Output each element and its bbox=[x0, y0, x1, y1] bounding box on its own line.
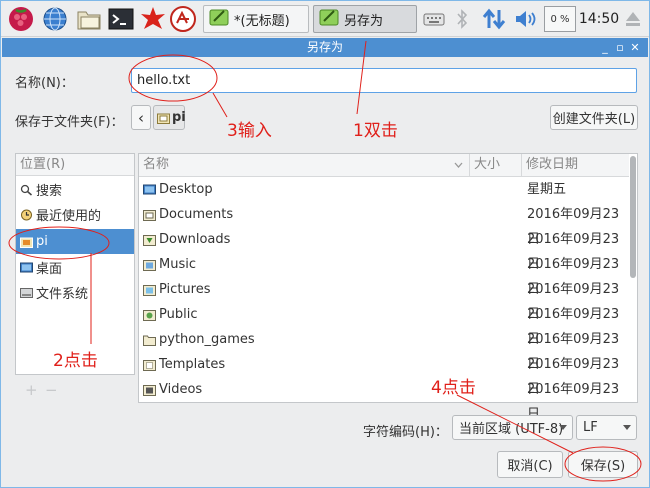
annotation-overlay bbox=[8, 40, 642, 482]
annotation-step1: 1双击 bbox=[353, 121, 398, 141]
annotation-step4: 4点击 bbox=[431, 378, 476, 398]
annotation-ellipse-pi bbox=[8, 226, 110, 260]
annotation-ellipse-input bbox=[128, 54, 218, 102]
annotation-line-save bbox=[456, 394, 574, 454]
annotation-ellipse-save bbox=[564, 446, 642, 482]
annotation-line-doubleclick bbox=[356, 40, 367, 115]
annotation-step2: 2点击 bbox=[53, 351, 98, 371]
annotation-step3: 3输入 bbox=[227, 121, 272, 141]
screen: *(无标题) 另存为 0 % 14:50 另存为 _ ▫ ✕ 名称(N)： he… bbox=[0, 0, 650, 488]
annotation-line-input bbox=[212, 92, 228, 118]
